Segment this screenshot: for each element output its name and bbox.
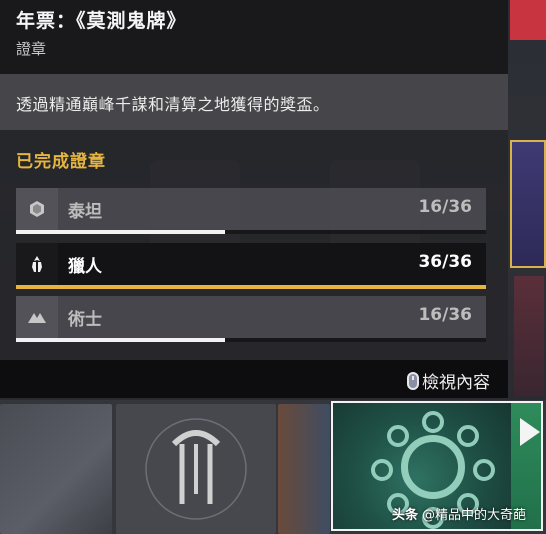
badge-tile[interactable] xyxy=(510,140,546,268)
adjacent-badge-column[interactable] xyxy=(510,0,546,400)
progress-fill xyxy=(16,230,225,234)
badge-tile[interactable] xyxy=(514,276,544,396)
ring-icon xyxy=(473,459,495,481)
watermark-handle: @精品中的大奇葩 xyxy=(422,508,527,523)
ring-icon xyxy=(401,435,465,499)
badge-tile[interactable] xyxy=(116,404,276,534)
row-count: 16/36 xyxy=(418,305,472,325)
class-progress-row-warlock: 術士 16/36 xyxy=(16,296,486,342)
emblem-icon xyxy=(145,418,247,520)
tooltip-description: 透過精通巔峰千謀和清算之地獲得的獎盃。 xyxy=(16,95,330,114)
badge-tile[interactable] xyxy=(278,404,330,534)
warlock-class-icon xyxy=(16,296,58,338)
progress-fill xyxy=(16,285,486,289)
class-progress-row-hunter: 獵人 36/36 xyxy=(16,243,486,289)
watermark-brand: 头条 xyxy=(392,508,419,523)
titan-class-icon xyxy=(16,188,58,230)
badge-tooltip: 年票：《莫測鬼牌》 證章 透過精通巔峰千謀和清算之地獲得的獎盃。 已完成證章 泰… xyxy=(0,0,508,400)
class-progress-row-titan: 泰坦 16/36 xyxy=(16,188,486,234)
row-count: 36/36 xyxy=(418,252,472,272)
progress-track xyxy=(16,338,486,342)
row-count: 16/36 xyxy=(418,197,472,217)
completed-badges-heading: 已完成證章 xyxy=(16,152,106,172)
view-contents-action[interactable]: 檢視內容 xyxy=(407,368,490,393)
tooltip-header: 年票：《莫測鬼牌》 證章 xyxy=(0,0,508,74)
ring-icon xyxy=(387,425,409,447)
progress-track xyxy=(16,285,486,289)
cursor-arrow-icon xyxy=(520,418,540,446)
mouse-icon xyxy=(407,371,419,390)
watermark: 头条 @精品中的大奇葩 xyxy=(392,504,526,523)
ring-icon xyxy=(457,425,479,447)
progress-fill xyxy=(16,338,225,342)
ring-icon xyxy=(422,411,444,433)
row-label: 泰坦 xyxy=(68,202,102,222)
badge-tile[interactable] xyxy=(510,0,546,40)
hunter-class-icon xyxy=(16,243,58,285)
tooltip-title: 年票：《莫測鬼牌》 xyxy=(16,10,187,32)
tooltip-footer: 檢視內容 xyxy=(0,360,508,398)
tooltip-subtitle: 證章 xyxy=(16,40,47,58)
view-contents-label: 檢視內容 xyxy=(422,373,490,393)
badge-tile[interactable] xyxy=(0,404,112,534)
ring-icon xyxy=(371,459,393,481)
row-label: 獵人 xyxy=(68,257,102,277)
progress-track xyxy=(16,230,486,234)
row-label: 術士 xyxy=(68,310,102,330)
